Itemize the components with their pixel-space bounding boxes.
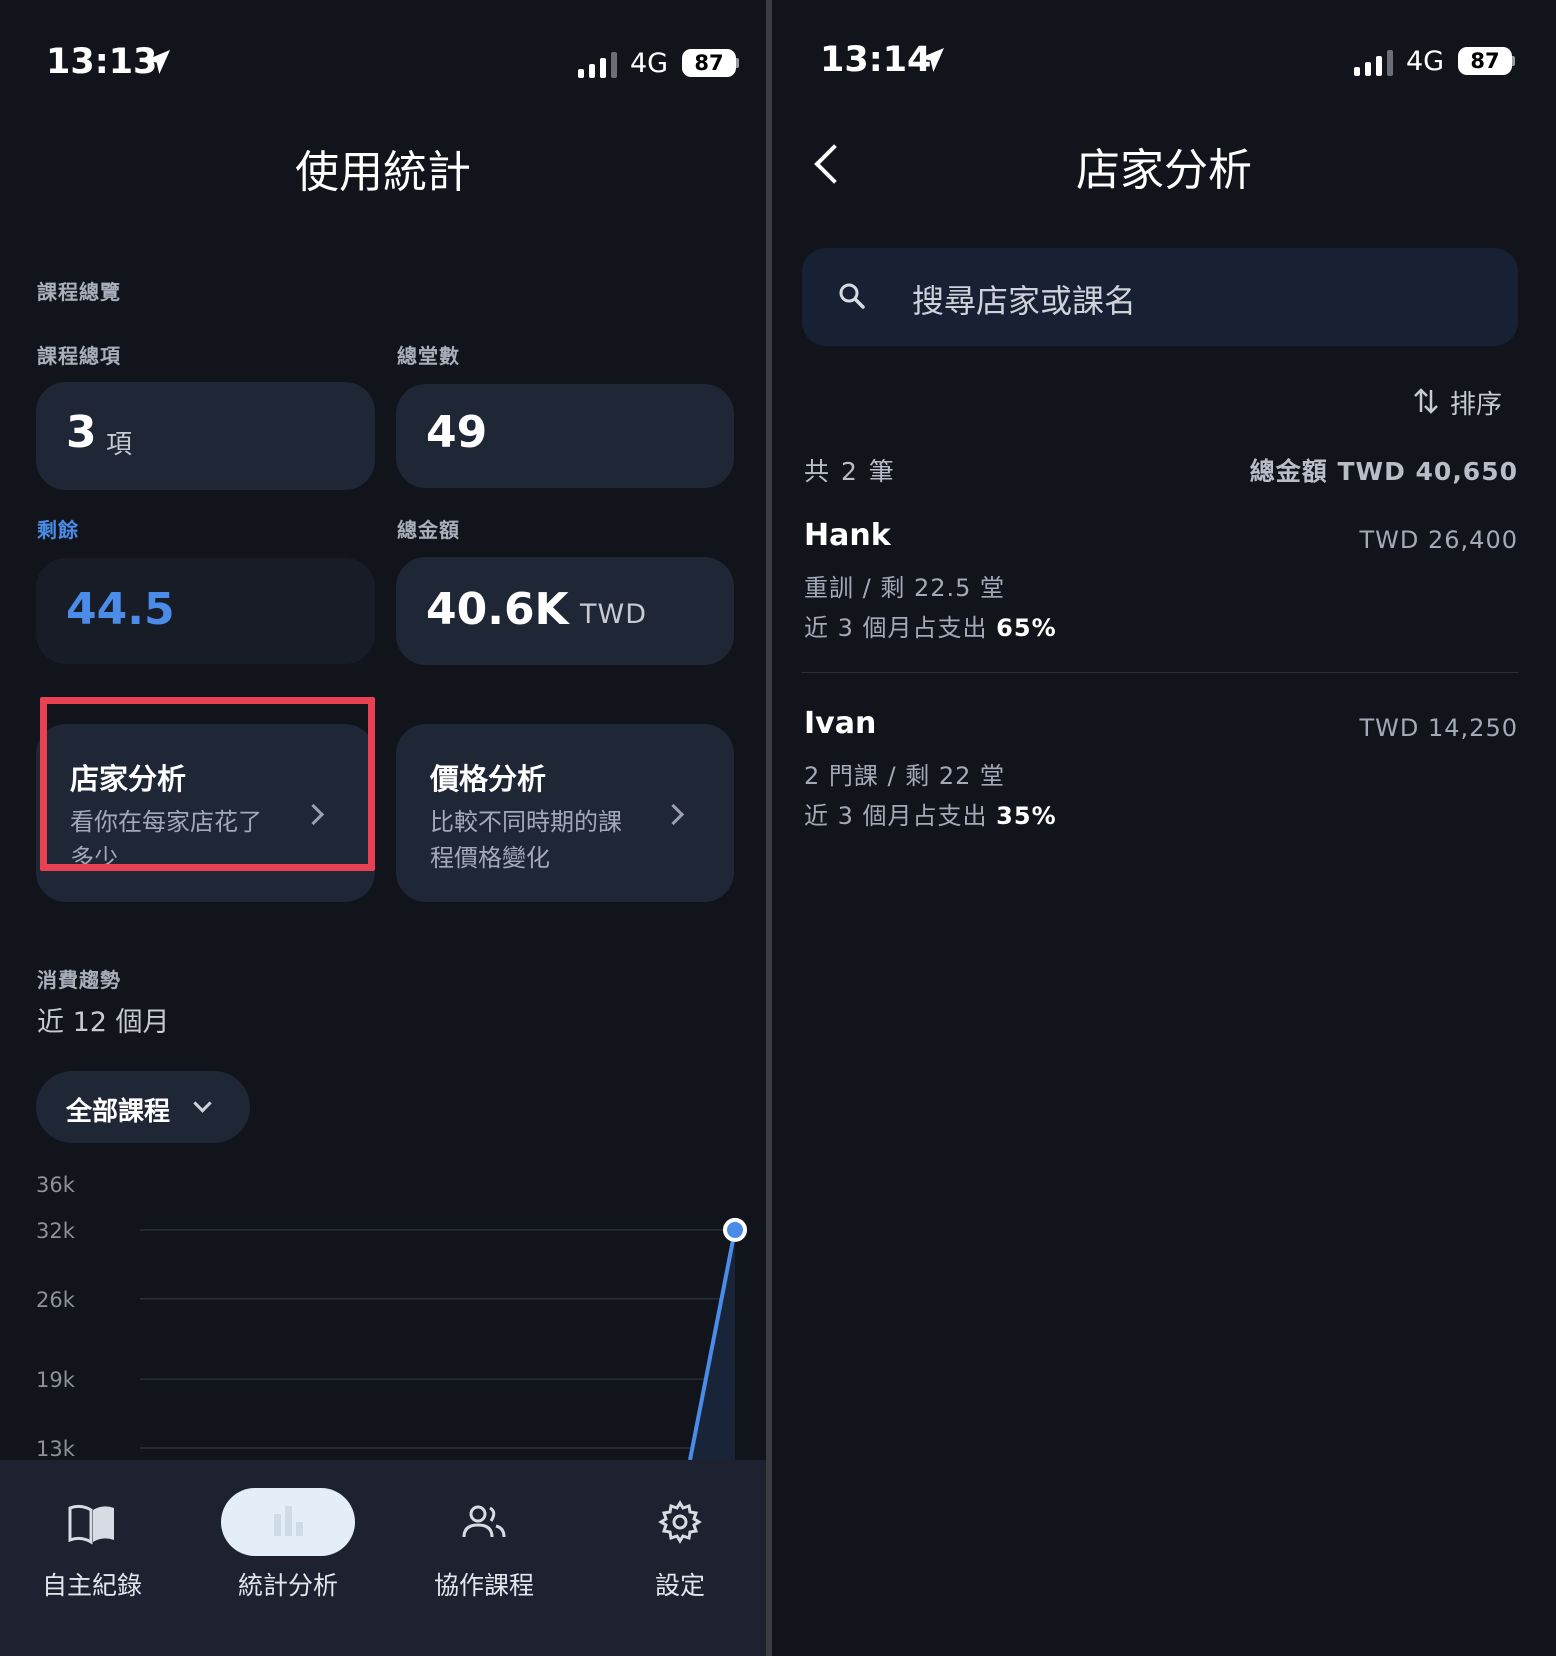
- signal-icon: [1354, 50, 1398, 76]
- location-arrow-icon: [146, 50, 170, 74]
- highlight-box: [40, 697, 375, 871]
- courses-value: 3: [66, 407, 97, 458]
- gear-icon: [658, 1500, 702, 1544]
- page-title: 使用統計: [295, 147, 471, 198]
- tab-collab-courses[interactable]: 協作課程: [404, 1460, 564, 1656]
- tab-self-record[interactable]: 自主紀錄: [12, 1460, 172, 1656]
- sessions-value: 49: [426, 407, 488, 458]
- amount-value: 40.6K: [426, 584, 569, 635]
- store-name: Hank: [804, 518, 891, 553]
- store-share-line: 近 3 個月占支出 65%: [804, 608, 1057, 643]
- book-icon: [68, 1504, 114, 1545]
- tab-label: 統計分析: [237, 1571, 338, 1600]
- chevron-down-icon: [193, 1094, 212, 1113]
- price-analysis-card[interactable]: 價格分析 比較不同時期的課 程價格變化: [396, 724, 734, 902]
- store-name: Ivan: [804, 706, 877, 741]
- price-analysis-desc-line2: 程價格變化: [430, 844, 550, 872]
- people-icon: [462, 1505, 506, 1538]
- search-bar[interactable]: 搜尋店家或課名: [802, 248, 1518, 346]
- course-filter-dropdown[interactable]: 全部課程: [36, 1071, 250, 1143]
- sessions-card: 49: [396, 384, 734, 488]
- courses-label: 課程總項: [37, 344, 121, 368]
- spending-trend-chart: 36k 32k 26k 19k 13k: [36, 1173, 747, 1460]
- amount-card: 40.6K TWD: [396, 557, 734, 665]
- courses-unit: 項: [106, 430, 133, 460]
- store-row-hank[interactable]: Hank TWD 26,400 重訓 / 剩 22.5 堂 近 3 個月占支出 …: [802, 510, 1518, 670]
- record-count: 共 2 筆: [804, 457, 896, 486]
- y-tick-label: 26k: [36, 1288, 76, 1312]
- y-tick-label: 19k: [36, 1368, 76, 1392]
- trend-range: 近 12 個月: [37, 1007, 170, 1038]
- search-icon: [839, 283, 865, 309]
- store-analysis-screen: 13:14 4G 87 店家分析 搜尋店家或課名 排序 共 2 筆 總金額 TW…: [772, 0, 1556, 1656]
- sessions-label: 總堂數: [397, 344, 460, 368]
- store-share-percent: 65%: [996, 614, 1057, 642]
- price-analysis-title: 價格分析: [430, 762, 547, 796]
- signal-icon: [578, 52, 622, 78]
- battery-icon: [736, 58, 739, 68]
- remaining-label: 剩餘: [37, 518, 79, 542]
- store-row-ivan[interactable]: Ivan TWD 14,250 2 門課 / 剩 22 堂 近 3 個月占支出 …: [802, 700, 1518, 860]
- location-arrow-icon: [920, 48, 944, 72]
- search-input[interactable]: 搜尋店家或課名: [912, 276, 1136, 322]
- store-amount: TWD 26,400: [1359, 526, 1518, 554]
- row-divider: [802, 672, 1518, 673]
- trend-point[interactable]: [723, 1217, 747, 1242]
- y-tick-label: 13k: [36, 1437, 76, 1460]
- page-title: 店家分析: [1076, 145, 1252, 196]
- tab-settings[interactable]: 設定: [600, 1460, 760, 1656]
- tab-bar: 自主紀錄 統計分析 協作課程 設定: [0, 1460, 766, 1656]
- amount-label: 總金額: [397, 518, 460, 542]
- store-amount: TWD 14,250: [1359, 714, 1518, 742]
- store-course-info: 2 門課 / 剩 22 堂: [804, 762, 1006, 790]
- sort-label: 排序: [1450, 390, 1503, 420]
- remaining-value: 44.5: [66, 584, 175, 635]
- status-time: 13:14: [820, 40, 932, 80]
- tab-label: 設定: [654, 1571, 705, 1600]
- battery-level: 87: [1458, 47, 1512, 75]
- tab-label: 自主紀錄: [41, 1571, 142, 1600]
- sort-arrows-icon: [1414, 388, 1438, 414]
- store-share-label: 近 3 個月占支出: [804, 802, 988, 830]
- trend-section-label: 消費趨勢: [37, 968, 121, 992]
- total-amount: 總金額 TWD 40,650: [1249, 457, 1518, 486]
- price-analysis-desc-line1: 比較不同時期的課: [430, 808, 622, 836]
- tab-statistics[interactable]: 統計分析: [208, 1460, 368, 1656]
- tab-label: 協作課程: [433, 1571, 534, 1600]
- course-filter-value: 全部課程: [66, 1097, 171, 1127]
- battery-icon: [1512, 56, 1515, 66]
- amount-unit: TWD: [580, 599, 647, 630]
- status-time: 13:13: [46, 42, 158, 82]
- statistics-screen: 13:13 4G 87 使用統計 課程總覽 課程總項 總堂數 3 項 49 剩餘…: [0, 0, 766, 1656]
- store-share-label: 近 3 個月占支出: [804, 614, 988, 642]
- y-tick-label: 36k: [36, 1173, 76, 1197]
- bar-chart-icon: [274, 1506, 303, 1536]
- sort-button[interactable]: 排序: [1412, 382, 1522, 422]
- store-course-info: 重訓 / 剩 22.5 堂: [804, 574, 1006, 602]
- network-type: 4G: [1406, 46, 1445, 77]
- overview-section-label: 課程總覽: [37, 280, 121, 304]
- store-share-percent: 35%: [996, 802, 1057, 830]
- network-type: 4G: [630, 48, 669, 79]
- remaining-card: 44.5: [36, 558, 375, 664]
- chevron-right-icon: [662, 803, 685, 826]
- y-tick-label: 32k: [36, 1219, 76, 1243]
- battery-level: 87: [682, 49, 736, 77]
- store-share-line: 近 3 個月占支出 35%: [804, 796, 1057, 831]
- courses-card: 3 項: [36, 382, 375, 490]
